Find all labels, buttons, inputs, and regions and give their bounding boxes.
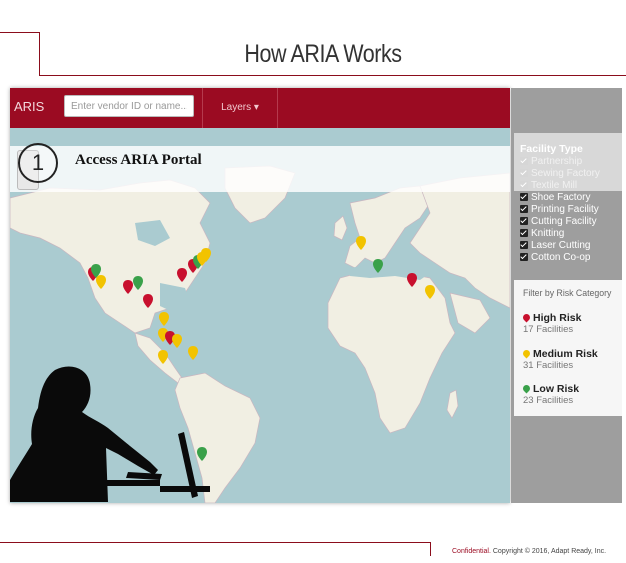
- risk-filter-high[interactable]: High Risk: [521, 312, 582, 324]
- risk-label: Medium Risk: [533, 348, 598, 360]
- filter-cutting-facility[interactable]: Cutting Facility: [520, 216, 597, 227]
- app-logo[interactable]: ARIS: [14, 99, 44, 114]
- filter-textile-mill[interactable]: Textile Mill: [520, 180, 577, 191]
- facility-type-panel: Facility Type Partnership Sewing Factory…: [514, 133, 622, 273]
- pin-medium-risk[interactable]: [159, 312, 169, 326]
- risk-panel-heading: Filter by Risk Category: [523, 288, 612, 299]
- checkbox-icon[interactable]: [520, 253, 528, 261]
- step-number: 1: [31, 150, 45, 175]
- filter-label: Shoe Factory: [531, 192, 591, 203]
- checkbox-icon[interactable]: [520, 205, 528, 213]
- filter-knitting[interactable]: Knitting: [520, 228, 564, 239]
- filter-laser-cutting[interactable]: Laser Cutting: [520, 240, 590, 251]
- filter-label: Printing Facility: [531, 204, 599, 215]
- checkbox-icon[interactable]: [520, 157, 528, 165]
- filter-label: Laser Cutting: [531, 240, 591, 251]
- frame-line-under-title: [39, 75, 626, 76]
- step-label: Access ARIA Portal: [75, 152, 202, 168]
- filter-sewing-factory[interactable]: Sewing Factory: [520, 168, 600, 179]
- filter-printing-facility[interactable]: Printing Facility: [520, 204, 599, 215]
- risk-count: 23 Facilities: [523, 395, 574, 406]
- risk-count: 31 Facilities: [523, 360, 574, 371]
- filter-label: Textile Mill: [531, 180, 578, 191]
- top-nav-bar: ARIS Layers ▾: [10, 88, 510, 128]
- footer-line: [0, 542, 430, 543]
- footer-copyright: Confidential. Copyright © 2016, Adapt Re…: [452, 548, 606, 555]
- filter-label: Sewing Factory: [531, 168, 600, 179]
- filter-label: Knitting: [531, 228, 565, 239]
- pin-high-risk[interactable]: [177, 268, 187, 282]
- map-pin-icon: [521, 383, 532, 394]
- frame-line-top: [0, 32, 40, 33]
- layers-dropdown[interactable]: Layers ▾: [202, 88, 278, 128]
- pin-medium-risk[interactable]: [425, 285, 435, 299]
- checkbox-icon[interactable]: [520, 241, 528, 249]
- filter-shoe-factory[interactable]: Shoe Factory: [520, 192, 590, 203]
- pin-medium-risk[interactable]: [96, 275, 106, 289]
- risk-label: Low Risk: [533, 383, 580, 395]
- checkbox-icon[interactable]: [520, 181, 528, 189]
- woman-silhouette-icon: [10, 366, 210, 502]
- vendor-search-input[interactable]: [64, 95, 194, 117]
- footer-line-tick: [430, 542, 431, 556]
- pin-low-risk[interactable]: [133, 276, 143, 290]
- pin-high-risk[interactable]: [143, 294, 153, 308]
- pin-medium-risk[interactable]: [172, 334, 182, 348]
- risk-filter-medium[interactable]: Medium Risk: [521, 348, 598, 360]
- checkbox-icon[interactable]: [520, 193, 528, 201]
- map-pin-icon: [521, 348, 532, 359]
- pin-medium-risk[interactable]: [356, 236, 366, 250]
- frame-line-vertical: [39, 32, 40, 75]
- filter-label: Partnership: [531, 156, 583, 167]
- checkbox-icon[interactable]: [520, 229, 528, 237]
- step-number-circle: 1: [18, 143, 58, 183]
- pin-low-risk[interactable]: [373, 259, 383, 273]
- filter-partnership[interactable]: Partnership: [520, 156, 582, 167]
- risk-category-panel: Filter by Risk Category High Risk 17 Fac…: [514, 280, 622, 416]
- pin-high-risk[interactable]: [123, 280, 133, 294]
- filter-label: Cotton Co-op: [531, 252, 591, 263]
- map-pin-icon: [521, 312, 532, 323]
- risk-count: 17 Facilities: [523, 324, 574, 335]
- facility-type-heading: Facility Type: [520, 143, 583, 155]
- risk-filter-low[interactable]: Low Risk: [521, 383, 580, 395]
- pin-high-risk[interactable]: [407, 273, 417, 287]
- filter-label: Cutting Facility: [531, 216, 597, 227]
- risk-label: High Risk: [533, 312, 582, 324]
- copyright-text: Copyright © 2016, Adapt Ready, Inc.: [492, 548, 607, 555]
- slide-title: How ARIA Works: [244, 40, 402, 68]
- filter-cotton-co-op[interactable]: Cotton Co-op: [520, 252, 590, 263]
- confidential-label: Confidential.: [452, 548, 491, 555]
- checkbox-icon[interactable]: [520, 217, 528, 225]
- checkbox-icon[interactable]: [520, 169, 528, 177]
